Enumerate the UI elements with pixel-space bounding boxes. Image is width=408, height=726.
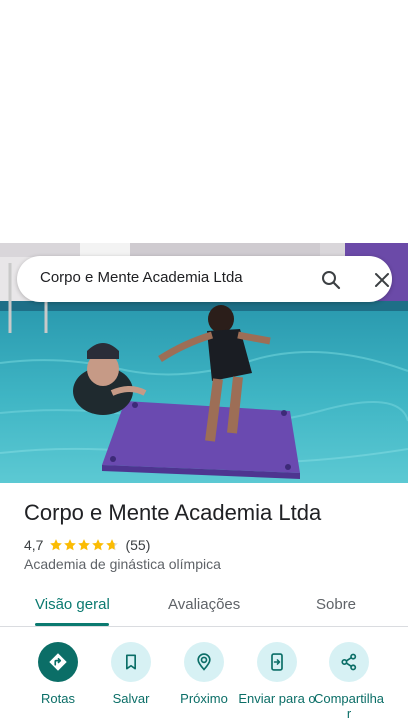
bookmark-icon: [111, 642, 151, 682]
rating-row[interactable]: 4,7 (55): [24, 536, 150, 554]
star-half-icon: [106, 539, 119, 551]
tab-overview[interactable]: Visão geral: [35, 596, 110, 613]
nearby-icon: [184, 642, 224, 682]
action-label: Próximo: [180, 691, 228, 706]
review-count[interactable]: (55): [125, 537, 150, 553]
divider: [0, 626, 408, 627]
search-input[interactable]: Corpo e Mente Academia Ltda: [40, 269, 243, 286]
place-title: Corpo e Mente Academia Ltda: [24, 500, 322, 525]
action-label: Compartilha r: [313, 691, 385, 721]
action-label: Rotas: [41, 691, 75, 706]
star-icon: [78, 539, 91, 551]
star-icon: [50, 539, 63, 551]
action-label: Salvar: [112, 691, 150, 706]
place-category: Academia de ginástica olímpica: [24, 556, 221, 572]
tab-reviews[interactable]: Avaliações: [168, 596, 240, 613]
action-label: Enviar para o: [238, 691, 316, 706]
tab-about[interactable]: Sobre: [316, 596, 356, 613]
close-icon[interactable]: [370, 268, 394, 292]
directions-icon: [38, 642, 78, 682]
send-to-phone-button[interactable]: Enviar para o: [238, 642, 316, 706]
star-icon: [64, 539, 77, 551]
send-to-phone-icon: [257, 642, 297, 682]
share-icon: [329, 642, 369, 682]
directions-button[interactable]: Rotas: [19, 642, 97, 706]
rating-stars: [49, 538, 119, 552]
star-icon: [92, 539, 105, 551]
rating-value: 4,7: [24, 537, 44, 553]
share-button[interactable]: Compartilha r: [310, 642, 388, 721]
search-icon[interactable]: [319, 268, 343, 292]
search-bar[interactable]: Corpo e Mente Academia Ltda: [17, 256, 392, 302]
nearby-button[interactable]: Próximo: [165, 642, 243, 706]
save-button[interactable]: Salvar: [92, 642, 170, 706]
